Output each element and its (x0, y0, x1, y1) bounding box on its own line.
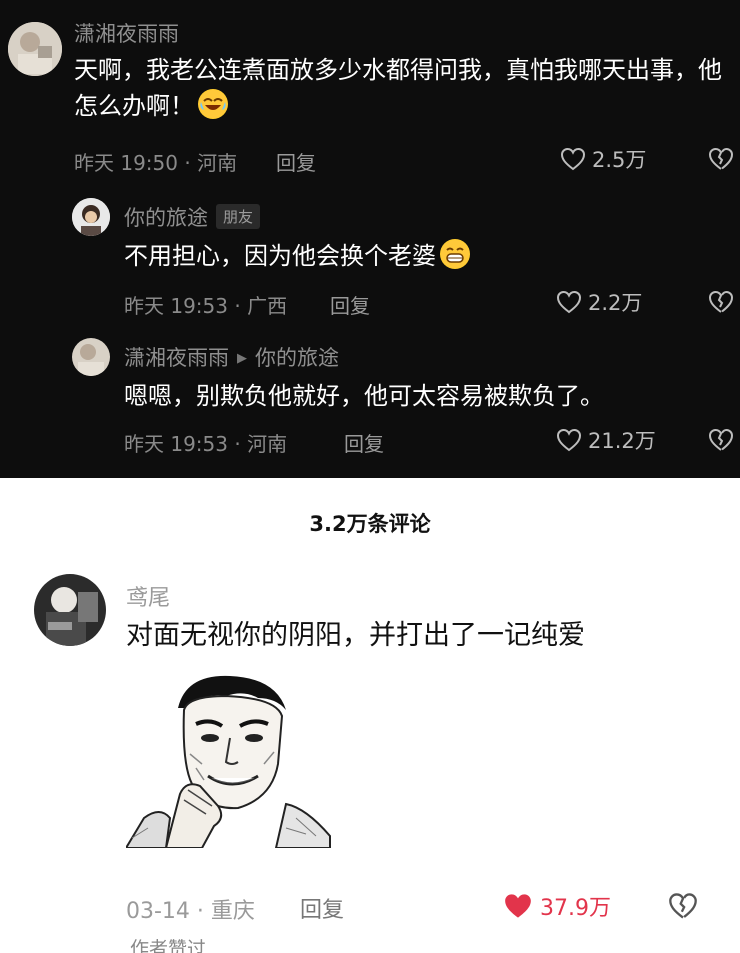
heart-outline-icon (560, 147, 586, 171)
reply-button[interactable]: 回复 (300, 892, 344, 924)
comment-text: 嗯嗯，别欺负他就好，他可太容易被欺负了。 (124, 382, 604, 410)
heart-outline-icon (556, 428, 582, 452)
broken-heart-icon (708, 147, 734, 170)
username: 潇湘夜雨雨 ▶ 你的旅途 (124, 342, 339, 372)
dark-comment-section: 潇湘夜雨雨 天啊，我老公连煮面放多少水都得问我，真怕我哪天出事，他怎么办啊！ 昨… (0, 0, 740, 478)
light-comment-section: 3.2万条评论 鸢尾 对面无视你的阴阳，并打出了一记纯爱 03-14 · 重庆 … (0, 478, 740, 953)
reply-item: 潇湘夜雨雨 ▶ 你的旅途 嗯嗯，别欺负他就好，他可太容易被欺负了。 昨天 19:53… (0, 330, 740, 478)
broken-heart-icon (708, 290, 734, 313)
dislike-button[interactable] (668, 892, 698, 924)
username: 你的旅途 朋友 (124, 202, 261, 232)
comment-text-body: 不用担心，因为他会换个老婆 (124, 242, 436, 270)
manga-man-smiling-sticker[interactable] (124, 668, 334, 849)
avatar[interactable] (72, 338, 110, 376)
dislike-button[interactable] (708, 290, 734, 318)
comment-text: 天啊，我老公连煮面放多少水都得问我，真怕我哪天出事，他怎么办啊！ (74, 52, 734, 124)
like-count: 21.2万 (588, 429, 656, 453)
reply-button[interactable]: 回复 (344, 428, 384, 457)
avatar[interactable] (72, 198, 110, 236)
username-text[interactable]: 你的旅途 (124, 206, 208, 230)
like-button[interactable]: 2.5万 (560, 144, 646, 174)
broken-heart-icon (708, 428, 734, 451)
comment-meta: 昨天 19:53 · 广西 (124, 294, 288, 318)
comment-meta: 昨天 19:50 · 河南 (74, 151, 238, 175)
comment-count-header: 3.2万条评论 (309, 512, 431, 536)
comment-text: 不用担心，因为他会换个老婆 (124, 238, 724, 274)
like-button[interactable]: 21.2万 (556, 425, 656, 455)
comment-meta: 昨天 19:53 · 河南 (124, 432, 288, 456)
comment-meta: 03-14 · 重庆 (126, 899, 255, 924)
like-count: 2.2万 (588, 291, 643, 315)
grinning-emoji-icon (440, 239, 470, 269)
dislike-button[interactable] (708, 147, 734, 175)
comment-text: 对面无视你的阴阳，并打出了一记纯爱 (126, 620, 585, 651)
reply-arrow-icon: ▶ (237, 351, 247, 366)
comment-item: 潇湘夜雨雨 天啊，我老公连煮面放多少水都得问我，真怕我哪天出事，他怎么办啊！ 昨… (0, 0, 740, 190)
username-text[interactable]: 潇湘夜雨雨 (124, 346, 229, 370)
broken-heart-icon (669, 893, 697, 919)
like-button[interactable]: 37.9万 (502, 890, 611, 922)
username[interactable]: 鸢尾 (126, 580, 170, 612)
username[interactable]: 潇湘夜雨雨 (74, 18, 179, 48)
reply-button[interactable]: 回复 (330, 290, 370, 319)
like-count: 37.9万 (540, 896, 611, 921)
laughing-crying-emoji-icon (198, 89, 228, 119)
author-liked-label: 作者赞过 (130, 938, 207, 953)
like-count: 2.5万 (592, 148, 647, 172)
comment-text-body: 天啊，我老公连煮面放多少水都得问我，真怕我哪天出事，他怎么办啊！ (74, 56, 722, 120)
reply-to-username[interactable]: 你的旅途 (255, 346, 339, 370)
heart-outline-icon (556, 290, 582, 314)
dislike-button[interactable] (708, 428, 734, 456)
like-button[interactable]: 2.2万 (556, 287, 642, 317)
reply-button[interactable]: 回复 (276, 147, 316, 176)
avatar[interactable] (8, 22, 62, 76)
reply-item: 你的旅途 朋友 不用担心，因为他会换个老婆 昨天 19:53 · 广西 回复 2.… (0, 190, 740, 330)
avatar[interactable] (34, 574, 106, 646)
friend-badge: 朋友 (216, 204, 261, 229)
heart-filled-icon (505, 894, 531, 918)
